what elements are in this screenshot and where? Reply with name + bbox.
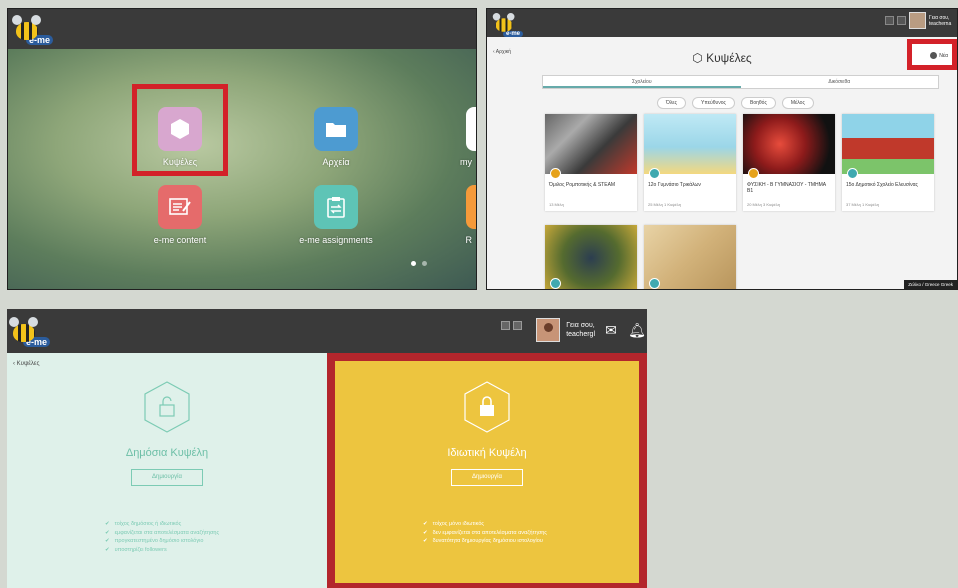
private-hive-panel: Ιδιωτική Κυψέλη Δημιουργία ✔ τοίχος μόνο … — [327, 353, 647, 588]
eme-logo[interactable]: e-me — [492, 13, 524, 37]
avatar[interactable] — [536, 318, 561, 342]
hive-card[interactable]: Όμιλος Ρομποτικής & STEAM 13 Μέλη — [545, 114, 637, 211]
lock-icon — [463, 381, 511, 433]
page-dot[interactable] — [422, 261, 427, 266]
filter-owner[interactable]: Υπεύθυνος — [692, 97, 735, 109]
private-features: ✔ τοίχος μόνο ιδιωτικός ✔ δεν εμφανίζεται … — [423, 520, 547, 546]
list-item: ✔ δυνατότητα δημιουργίας δημόσιου ιστολογ… — [423, 538, 543, 544]
hive-image — [743, 114, 835, 179]
window-controls — [501, 321, 522, 330]
check-icon: ✔ — [423, 521, 428, 527]
list-item: ✔ τοίχος δημόσιος ή ιδιωτικός — [105, 521, 182, 527]
public-hive-title: Δημόσια Κυψέλη — [125, 447, 209, 459]
hive-badge-icon — [847, 168, 858, 179]
hive-image — [842, 114, 934, 179]
app-icon — [466, 107, 476, 151]
app-icon — [466, 185, 476, 229]
page-indicator[interactable] — [411, 261, 427, 266]
avatar[interactable] — [909, 12, 926, 29]
private-hive-card: Ιδιωτική Κυψέλη Δημιουργία ✔ τοίχος μόνο … — [335, 361, 639, 583]
desktop-area: Κυψέλες Αρχεία my e-me content e-me assi… — [8, 49, 476, 289]
hive-badge-icon — [550, 168, 561, 179]
user-menu[interactable]: Γεια σου, teacherna — [885, 12, 957, 29]
window-button[interactable] — [897, 16, 906, 25]
language-selector[interactable]: Ζελίκο / Greece Greek — [904, 280, 957, 289]
eme-logo[interactable]: e-me — [12, 15, 54, 45]
list-item: ✔ προγκατεστημένο δημόσιο ιστολόγιο — [105, 538, 204, 544]
bee-icon — [12, 15, 41, 40]
app-files[interactable]: Αρχεία — [290, 107, 382, 168]
app-my[interactable]: my — [426, 107, 476, 168]
check-icon: ✔ — [423, 529, 428, 536]
page-dot-active[interactable] — [411, 261, 416, 266]
eme-logo[interactable]: e-me — [9, 317, 51, 347]
create-public-button[interactable]: Δημιουργία — [131, 469, 203, 486]
new-hive-button[interactable]: Νέα — [930, 52, 948, 59]
filter-assistant[interactable]: Βοηθός — [740, 97, 776, 109]
back-link[interactable]: ‹ Κυψέλες — [13, 361, 39, 367]
top-bar: e-me Γεια σου, teacherna — [487, 9, 957, 37]
app-eme-content[interactable]: e-me content — [134, 185, 226, 246]
hives-list-screenshot: e-me Γεια σου, teacherna ‹ Αρχική ⬡ Κυψέ… — [486, 8, 958, 290]
hive-image — [545, 225, 637, 289]
check-icon: ✔ — [423, 538, 428, 544]
tab-other[interactable]: Δικόσιεθα — [741, 76, 939, 88]
check-icon: ✔ — [105, 538, 110, 544]
app-eme-assignments[interactable]: e-me assignments — [290, 185, 382, 246]
hive-card[interactable]: 15ο Δημοτικό Σχολείο Ελευσίνας 37 Μέλη 1… — [842, 114, 934, 211]
hive-card[interactable]: ΦΥΣΙΚΗ - Β ΓΥΜΝΑΣΙΟΥ - ΤΜΗΜΑ Β1 20 Μέλη … — [743, 114, 835, 211]
list-item: ✔ δεν εμφανίζεται στα αποτελέσματα αναζήτ… — [423, 529, 547, 536]
hive-card[interactable] — [644, 225, 736, 289]
hive-badge-icon — [550, 278, 561, 289]
hive-badge-icon — [649, 168, 660, 179]
window-button[interactable] — [513, 321, 522, 330]
window-button[interactable] — [885, 16, 894, 25]
role-filters: Όλες Υπεύθυνος Βοηθός Μέλος — [657, 97, 814, 109]
check-icon: ✔ — [105, 529, 110, 536]
hive-image — [545, 114, 637, 179]
create-private-button[interactable]: Δημιουργία — [451, 469, 523, 486]
unlock-icon — [143, 381, 191, 433]
desktop-screenshot: e-me Κυψέλες Αρχεία my e-me content e-me… — [7, 8, 477, 290]
content-editor-icon — [158, 185, 202, 229]
public-hive-panel: ‹ Κυψέλες Δημόσια Κυψέλη Δημιουργία ✔ τοί… — [7, 353, 327, 588]
bee-icon — [9, 317, 38, 342]
hive-tabs: Σχολείου Δικόσιεθα — [542, 75, 939, 89]
bee-icon — [492, 13, 515, 32]
filter-member[interactable]: Μέλος — [781, 97, 814, 109]
hive-badge-icon — [748, 168, 759, 179]
hive-image — [644, 225, 736, 289]
filter-all[interactable]: Όλες — [657, 97, 687, 109]
check-icon: ✔ — [105, 521, 110, 527]
top-bar: e-me Γεια σου, teachergl ✉ 🔔︎ — [7, 309, 647, 353]
public-features: ✔ τοίχος δημόσιος ή ιδιωτικός ✔ εμφανίζετα… — [105, 520, 219, 554]
list-item: ✔ υποστηρίζει followers — [105, 546, 167, 553]
create-hive-screenshot: e-me Γεια σου, teachergl ✉ 🔔︎ ‹ Κυψέλες Δ… — [7, 309, 647, 588]
hive-card[interactable]: 12ο Γυμνάσιο Τρικάλων 25 Μέλη 1 Κυψέλη — [644, 114, 736, 211]
top-bar: e-me — [8, 9, 476, 49]
private-hive-title: Ιδιωτική Κυψέλη — [447, 447, 527, 459]
hive-image — [644, 114, 736, 179]
user-menu: Γεια σου, teachergl ✉ 🔔︎ — [536, 318, 647, 342]
bell-icon[interactable]: 🔔︎ — [627, 322, 647, 339]
check-icon: ✔ — [105, 546, 110, 553]
plus-icon — [930, 52, 938, 59]
list-item: ✔ εμφανίζεται στα αποτελέσματα αναζήτησης — [105, 529, 220, 536]
hive-badge-icon — [649, 278, 660, 289]
app-r[interactable]: R — [426, 185, 476, 246]
mail-icon[interactable]: ✉ — [601, 322, 621, 339]
folder-icon — [314, 107, 358, 151]
page-title: ⬡ Κυψέλες — [692, 51, 752, 65]
highlight-box — [132, 84, 228, 176]
tab-school[interactable]: Σχολείου — [543, 76, 741, 88]
hive-card[interactable] — [545, 225, 637, 289]
new-hive-highlight: Νέα — [907, 39, 957, 70]
window-button[interactable] — [501, 321, 510, 330]
list-item: ✔ τοίχος μόνο ιδιωτικός — [423, 521, 485, 527]
clipboard-icon — [314, 185, 358, 229]
